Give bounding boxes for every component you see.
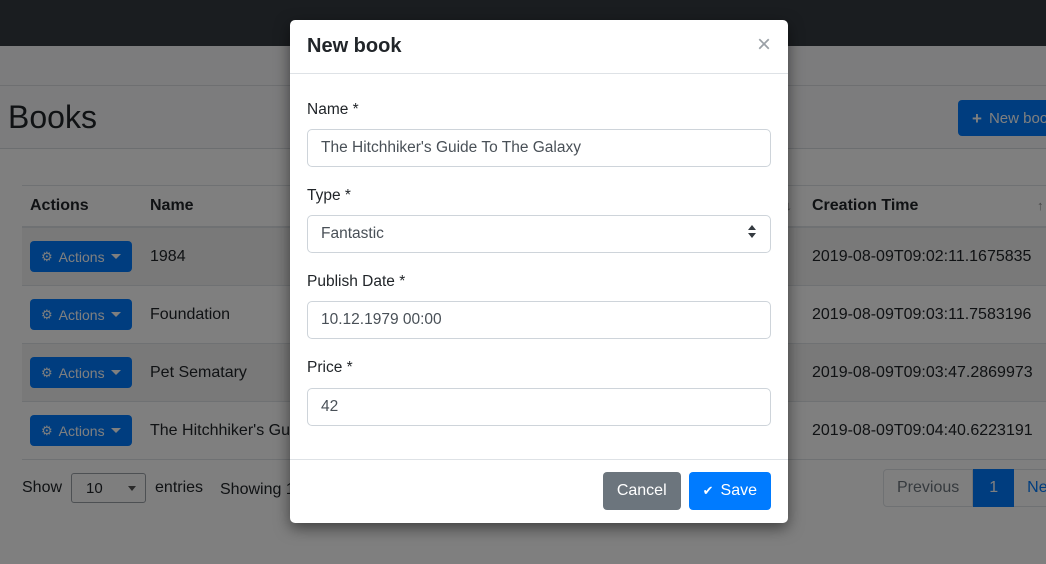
- name-field[interactable]: [307, 129, 771, 167]
- new-book-modal: New book × Name * Type * Fantastic Publi…: [290, 20, 788, 523]
- check-icon: ✔: [703, 484, 714, 497]
- price-field-label: Price *: [307, 358, 771, 378]
- select-arrows-icon: [748, 225, 756, 238]
- save-button-label: Save: [721, 482, 757, 500]
- modal-header: New book ×: [290, 20, 788, 74]
- price-field[interactable]: [307, 388, 771, 426]
- close-icon[interactable]: ×: [757, 35, 771, 55]
- type-select[interactable]: Fantastic: [307, 215, 771, 253]
- save-button[interactable]: ✔ Save: [689, 472, 771, 510]
- app-screen: Books + New book Actions Name ↓: [0, 0, 1046, 564]
- cancel-button[interactable]: Cancel: [603, 472, 681, 510]
- publish-date-field[interactable]: [307, 301, 771, 339]
- name-field-label: Name *: [307, 100, 771, 120]
- modal-footer: Cancel ✔ Save: [290, 459, 788, 523]
- modal-title: New book: [307, 35, 401, 58]
- modal-body: Name * Type * Fantastic Publish Date * P…: [290, 74, 788, 459]
- publish-date-field-label: Publish Date *: [307, 272, 771, 292]
- type-field-label: Type *: [307, 186, 771, 206]
